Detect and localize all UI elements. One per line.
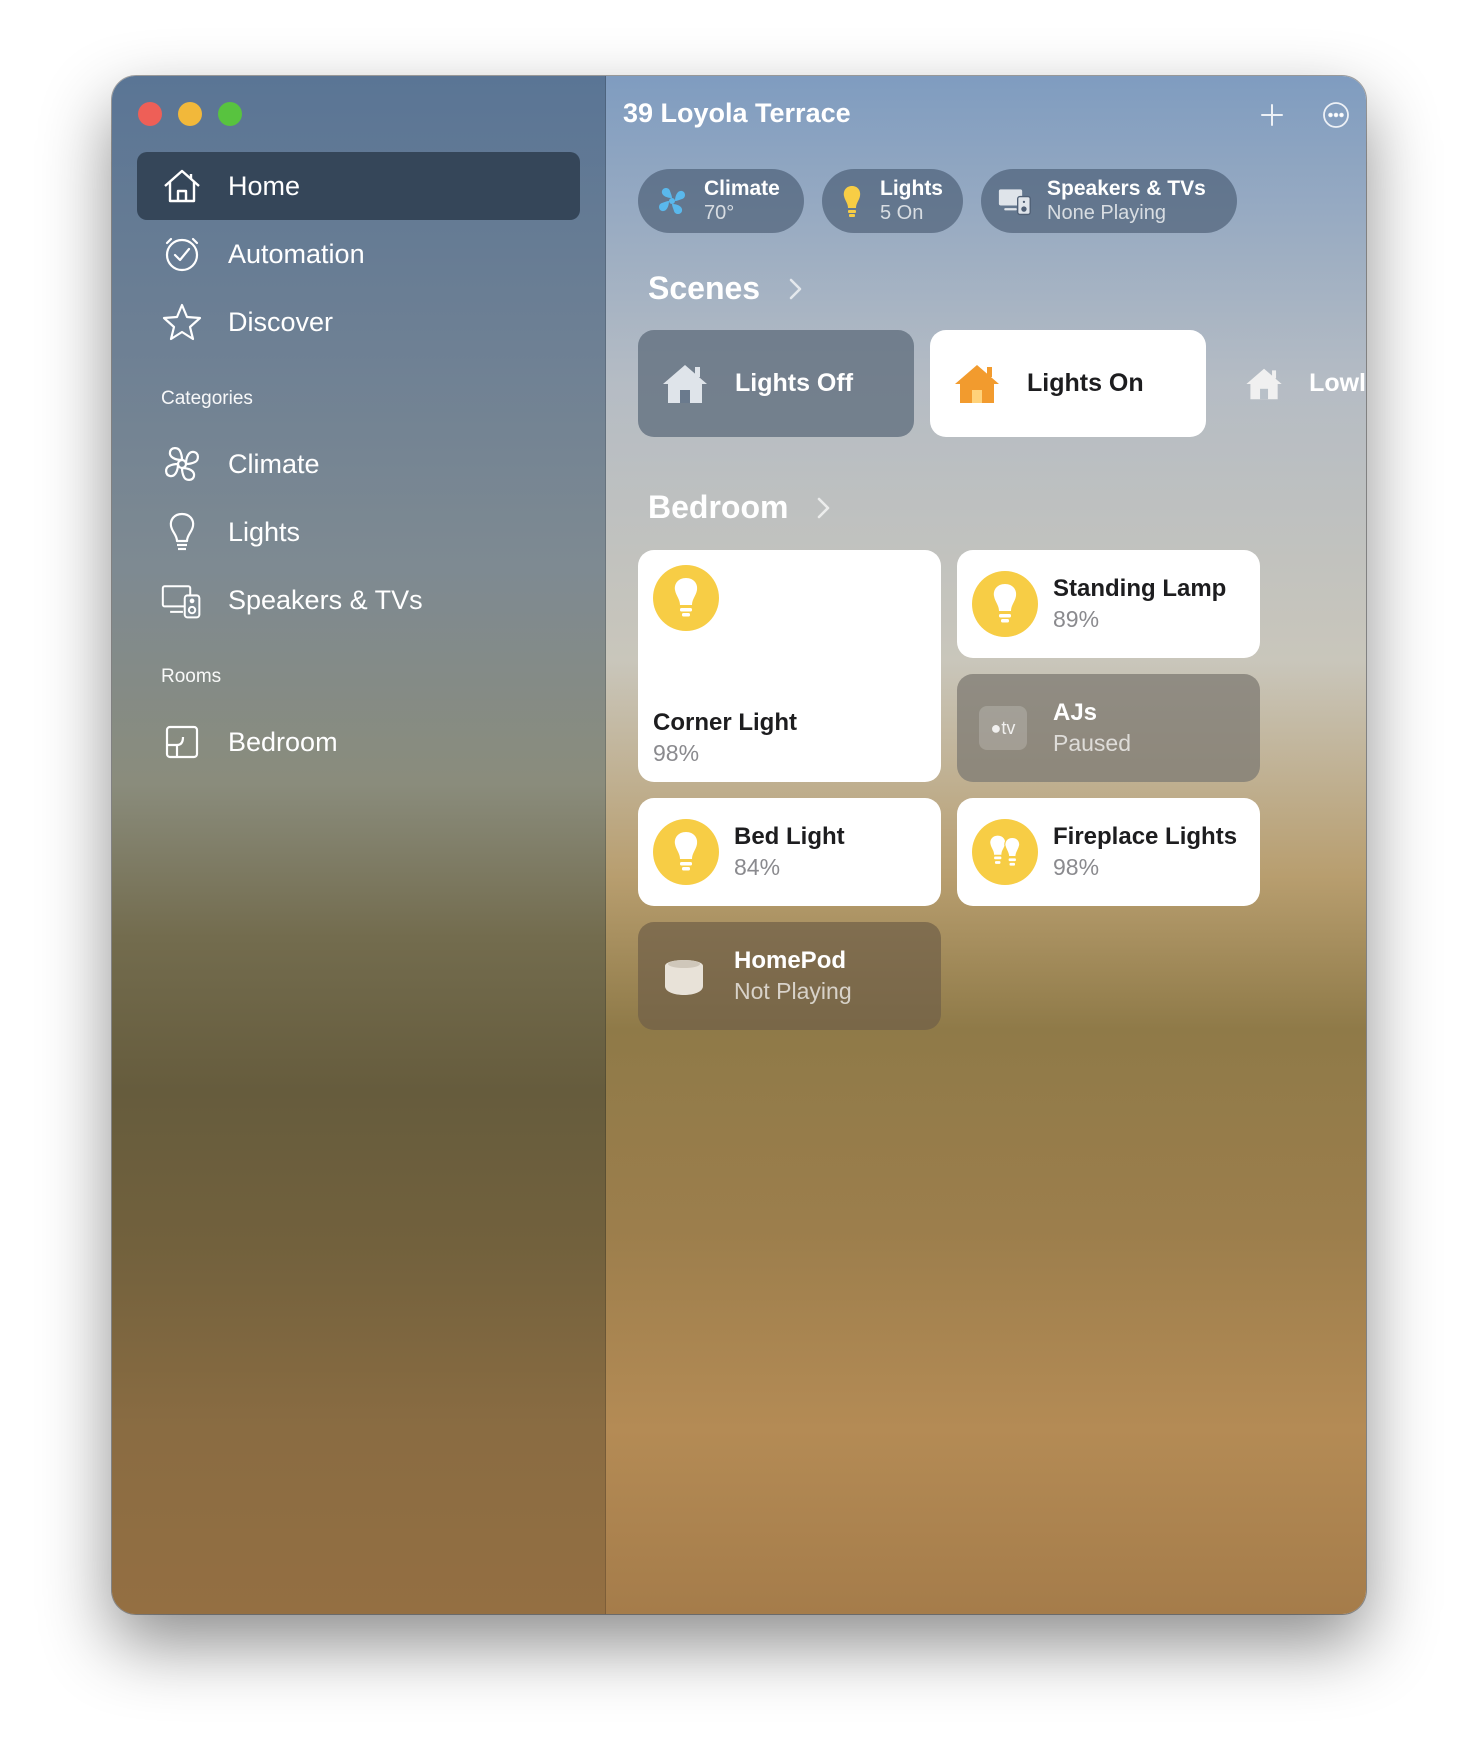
accessory-tile-ajs[interactable]: ●tv AJs Paused [957,674,1260,782]
lightbulb-icon [653,565,719,631]
sidebar-item-label: Lights [228,516,301,547]
star-icon [159,299,205,345]
house-icon [955,364,999,403]
zoom-window-button[interactable] [218,102,242,126]
pill-subtitle: 70° [704,202,735,224]
house-icon [1246,368,1282,399]
scene-label: Lights Off [735,369,854,397]
fan-icon [654,183,690,219]
sidebar-item-label: Automation [228,238,365,269]
more-button[interactable] [1319,98,1353,132]
scene-lights-on[interactable]: Lights On [930,330,1206,437]
sidebar-item-label: Speakers & TVs [228,584,423,615]
accessory-name: Bed Light [734,823,845,850]
lightbulb-icon [972,571,1038,637]
chevron-right-icon [818,497,830,518]
speaker-tv-icon [159,577,205,623]
pill-title: Climate [704,177,780,200]
accessory-tile-standing-lamp[interactable]: Standing Lamp 89% [957,550,1260,658]
room-icon [159,719,205,765]
sidebar-item-speakers-tvs[interactable]: Speakers & TVs [137,566,580,634]
homepod-icon [665,960,703,995]
accessory-tile-homepod[interactable]: HomePod Not Playing [638,922,941,1030]
scene-lights-off[interactable]: Lights Off [638,330,914,437]
house-icon [663,364,707,403]
house-icon [159,163,205,209]
speaker-tv-icon [997,183,1033,219]
bedroom-header[interactable]: Bedroom [648,489,834,526]
pill-title: Speakers & TVs [1047,177,1206,200]
ellipsis-circle-icon [1323,102,1349,128]
pill-subtitle: None Playing [1047,202,1166,224]
double-lightbulb-icon [972,819,1038,885]
add-button[interactable] [1255,98,1289,132]
apple-tv-icon: ●tv [979,706,1027,750]
lightbulb-icon [653,819,719,885]
bedroom-title: Bedroom [648,489,789,525]
accessory-status: 89% [1053,606,1100,632]
accessory-name: Fireplace Lights [1053,823,1238,850]
plus-icon [1261,104,1283,126]
status-pill-lights[interactable]: Lights 5 On [822,169,963,233]
home-app-window: Home Automation Discover Categories Clim… [112,76,1366,1614]
accessory-status: Not Playing [734,978,852,1004]
accessory-tile-bed-light[interactable]: Bed Light 84% [638,798,941,906]
scene-label: Lights On [1027,369,1144,397]
sidebar-item-discover[interactable]: Discover [137,288,580,356]
pill-title: Lights [880,177,943,200]
apple-tv-badge: tv [1001,717,1016,738]
status-pill-climate[interactable]: Climate 70° [638,169,804,233]
accessory-status: Paused [1053,730,1132,756]
accessory-status: 98% [653,740,700,766]
sidebar-item-label: Home [228,170,301,201]
sidebar: Home Automation Discover Categories Clim… [112,76,606,1614]
accessory-status: 84% [734,854,781,880]
sidebar-item-bedroom[interactable]: Bedroom [137,708,580,776]
accessory-name: Standing Lamp [1053,575,1227,602]
sidebar-item-climate[interactable]: Climate [137,430,580,498]
accessory-tile-fireplace-lights[interactable]: Fireplace Lights 98% [957,798,1260,906]
rooms-header: Rooms [161,666,222,687]
home-title: 39 Loyola Terrace [623,98,851,128]
chevron-right-icon [789,278,802,299]
scenes-header[interactable]: Scenes [648,270,806,307]
accessory-status: 98% [1053,854,1100,880]
accessory-name: Corner Light [653,709,797,736]
status-pill-speakers-tvs[interactable]: Speakers & TVs None Playing [981,169,1237,233]
clock-check-icon [159,231,205,277]
lightbulb-icon [159,509,205,555]
minimize-window-button[interactable] [178,102,202,126]
sidebar-item-label: Discover [228,306,334,337]
sidebar-item-label: Climate [228,448,320,479]
sidebar-item-lights[interactable]: Lights [137,498,580,566]
accessory-tile-corner-light[interactable]: Corner Light 98% [638,550,941,782]
pill-subtitle: 5 On [880,202,924,224]
fan-icon [159,441,205,487]
accessory-name: HomePod [734,947,847,974]
scene-label: Lowl [1309,369,1366,397]
accessory-name: AJs [1053,699,1098,726]
sidebar-item-home[interactable]: Home [137,152,580,220]
scenes-title: Scenes [648,270,761,306]
main-content: 39 Loyola Terrace Climate 70° Lights 5 O… [606,76,1366,1614]
sidebar-item-label: Bedroom [228,726,338,757]
scene-lowl[interactable]: Lowl [1222,330,1366,437]
sidebar-item-automation[interactable]: Automation [137,220,580,288]
lightbulb-icon [834,183,870,219]
categories-header: Categories [161,388,253,409]
close-window-button[interactable] [138,102,162,126]
